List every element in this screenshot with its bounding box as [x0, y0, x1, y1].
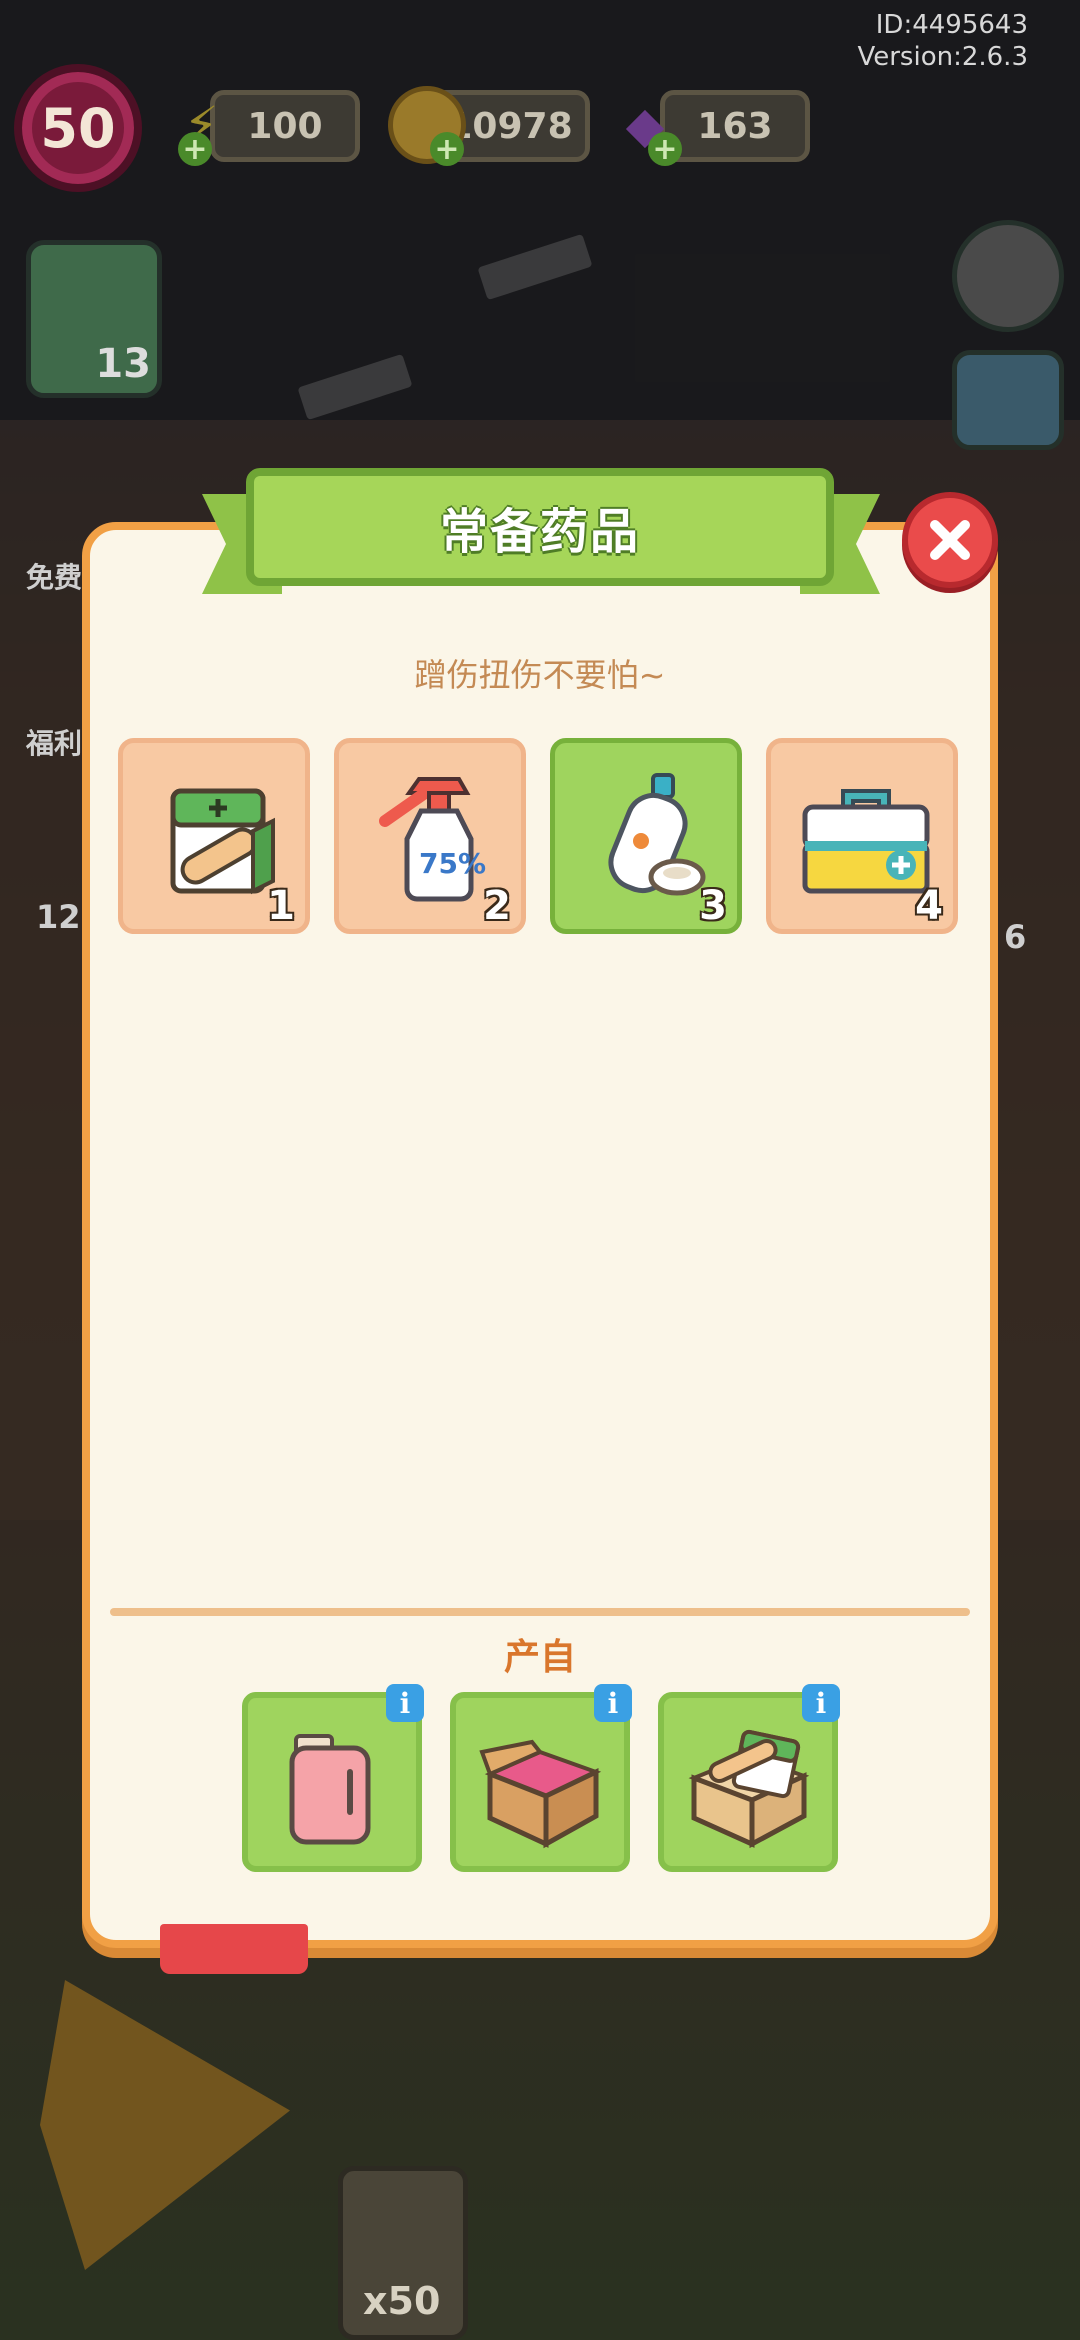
clipboard-button[interactable]: 13: [26, 240, 162, 398]
add-coins-button[interactable]: +: [430, 132, 464, 167]
info-button[interactable]: i: [386, 1684, 424, 1722]
gem-value: 163: [697, 105, 773, 147]
source-cardboard-box-bandages[interactable]: i: [658, 1684, 840, 1872]
mail-icon[interactable]: [952, 350, 1064, 450]
item-level-3: 3: [699, 883, 727, 929]
side-label-free: 免费: [26, 561, 83, 594]
item-slot-bandage-box[interactable]: 1: [118, 738, 310, 934]
game-version: Version:2.6.3: [857, 42, 1028, 72]
close-button[interactable]: [902, 492, 998, 588]
mini-fridge-icon: [289, 1734, 371, 1845]
level-number: 50: [40, 96, 116, 160]
clipboard-count: 13: [95, 341, 151, 387]
item-level-2: 2: [483, 883, 511, 929]
svg-text:75%: 75%: [419, 847, 486, 880]
source-cardboard-box-pink[interactable]: i: [450, 1684, 632, 1872]
side-count-left: 12: [36, 898, 81, 936]
add-energy-button[interactable]: +: [178, 132, 212, 167]
side-count-right: 6: [1004, 918, 1027, 956]
bottom-item-card[interactable]: x50: [338, 2166, 468, 2340]
player-id: ID:4495643: [875, 10, 1028, 40]
item-slot-first-aid-kit[interactable]: 4: [766, 738, 958, 934]
open-box-icon: [479, 1739, 602, 1849]
item-level-4: 4: [915, 883, 943, 929]
source-mini-fridge[interactable]: i: [242, 1684, 424, 1872]
close-icon: [930, 520, 970, 560]
energy-value: 100: [247, 105, 323, 147]
player-level-badge[interactable]: 50: [14, 64, 142, 192]
dialog-title-banner: 常备药品: [246, 468, 834, 586]
section-divider: [110, 1608, 970, 1616]
bandage-crate-icon: [688, 1729, 810, 1849]
dialog-title: 常备药品: [439, 504, 640, 560]
info-button[interactable]: i: [802, 1684, 840, 1722]
dialog-bookmark-tab: [160, 1924, 308, 1974]
info-button[interactable]: i: [594, 1684, 632, 1722]
item-level-1: 1: [267, 883, 295, 929]
dialog-subtitle: 蹭伤扭伤不要怕~: [414, 656, 666, 694]
source-section-label: 产自: [503, 1637, 576, 1678]
item-slot-disinfectant-bottle[interactable]: 3: [550, 738, 742, 934]
add-gems-button[interactable]: +: [648, 132, 682, 167]
item-slot-alcohol-spray[interactable]: 75% 2: [334, 738, 526, 934]
side-label-welfare: 福利: [26, 727, 83, 760]
coin-value: 10978: [447, 105, 573, 147]
settings-gear-icon[interactable]: [952, 220, 1064, 332]
bottom-multiplier: x50: [363, 2279, 441, 2323]
